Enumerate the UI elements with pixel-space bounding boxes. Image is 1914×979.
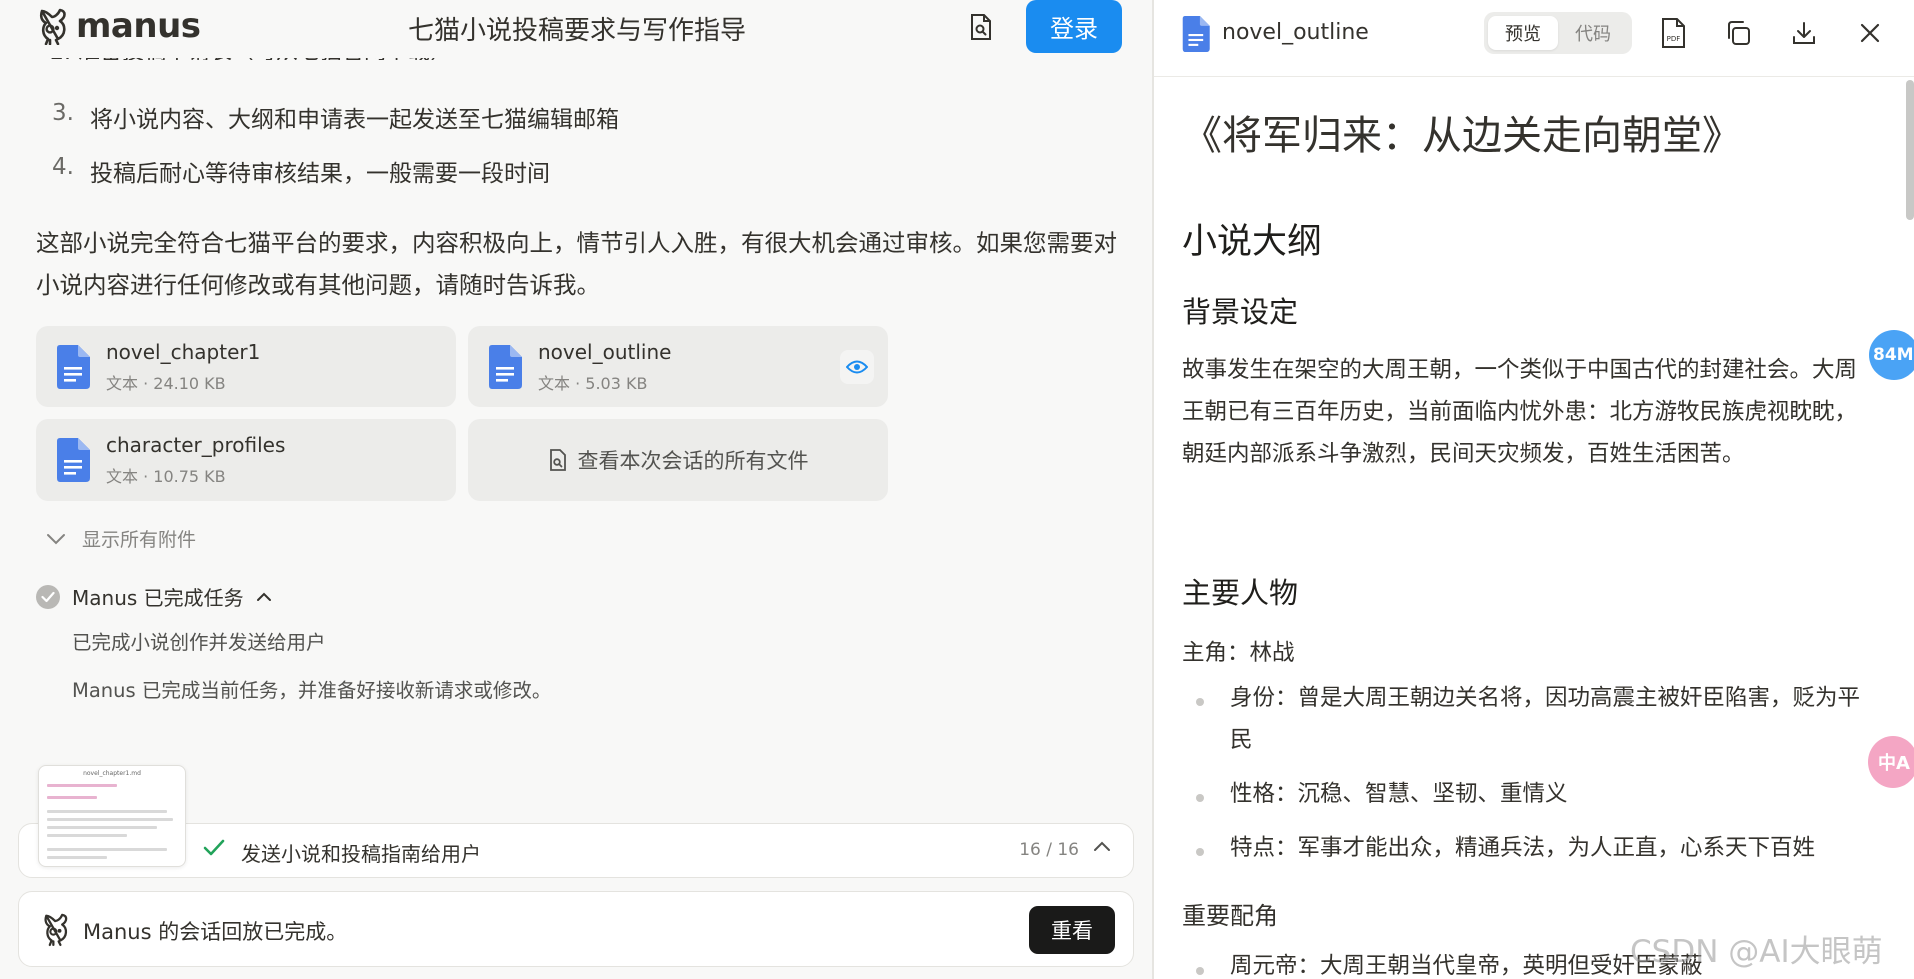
step-counter: 16 / 16 — [1019, 840, 1079, 860]
attachment-card-character-profiles[interactable]: character_profiles 文本 · 10.75 KB — [36, 419, 456, 501]
check-circle-icon — [36, 584, 60, 609]
close-icon — [1860, 23, 1880, 43]
attachment-meta: 文本 · 5.03 KB — [538, 374, 648, 393]
chevron-up-icon — [256, 592, 271, 601]
document-icon — [57, 345, 90, 389]
eye-icon — [846, 360, 868, 374]
manus-logo[interactable]: manus — [36, 2, 201, 50]
section-paragraph: 故事发生在架空的大周王朝，一个类似于中国古代的封建社会。大周王朝已有三百年历史，… — [1182, 357, 1858, 467]
close-viewer-button[interactable] — [1853, 16, 1887, 50]
watermark: CSDN @AI大眼萌 — [1630, 934, 1883, 970]
thumbnail-title: novel_chapter1.md — [83, 770, 141, 777]
summary-paragraph: 这部小说完全符合七猫平台的要求，内容积极向上，情节引人入胜，有很大机会通过审核。… — [36, 229, 1117, 299]
document-icon — [489, 345, 522, 389]
pdf-icon: PDF — [1662, 18, 1685, 48]
list-item: 特点：军事才能出众，精通兵法，为人正直，心系天下百姓 — [1230, 835, 1816, 861]
document-heading: 小说大纲 — [1182, 222, 1323, 262]
bullet-dot — [1196, 794, 1204, 802]
conversation-title: 七猫小说投稿要求与写作指导 — [408, 16, 747, 46]
thumbnail-line — [47, 818, 173, 821]
thumbnail-line — [47, 826, 157, 829]
attachment-card-novel-chapter1[interactable]: novel_chapter1 文本 · 24.10 KB — [36, 326, 456, 407]
login-button[interactable]: 登录 — [1026, 0, 1122, 53]
export-pdf-button[interactable]: PDF — [1656, 16, 1690, 50]
chevron-up-icon[interactable] — [1093, 840, 1111, 852]
preview-eye-button[interactable] — [840, 350, 874, 384]
attachment-card-novel-outline[interactable]: novel_outline 文本 · 5.03 KB — [468, 326, 888, 407]
manus-mascot-icon — [39, 8, 66, 45]
step-number: 3. — [52, 100, 74, 126]
rewatch-button[interactable]: 重看 — [1029, 906, 1115, 954]
computer-preview-thumbnail[interactable]: novel_chapter1.md — [38, 765, 186, 867]
document-icon — [57, 438, 90, 482]
tab-code[interactable]: 代码 — [1558, 16, 1628, 50]
attachment-name: novel_outline — [538, 340, 672, 364]
thumbnail-line — [47, 856, 107, 859]
thumbnail-line — [47, 796, 97, 799]
scrollbar-thumb[interactable] — [1906, 80, 1914, 220]
attachment-name: novel_chapter1 — [106, 340, 261, 364]
file-search-icon — [971, 14, 991, 40]
viewer-header: novel_outline 预览 代码 PDF — [1154, 0, 1914, 77]
current-step-text: 发送小说和投稿指南给用户 — [241, 842, 481, 866]
attachment-meta: 文本 · 24.10 KB — [106, 374, 226, 393]
check-icon — [203, 839, 225, 856]
attachment-name: character_profiles — [106, 433, 286, 457]
document-title: 《将军归来：从边关走向朝堂》 — [1182, 113, 1742, 159]
thumbnail-line — [47, 810, 167, 813]
file-search-icon — [549, 449, 566, 471]
conversation-files-button[interactable] — [964, 10, 998, 44]
view-all-files-button[interactable]: 查看本次会话的所有文件 — [468, 419, 888, 501]
list-item: 身份：曾是大周王朝边关名将，因功高震主被奸臣陷害，贬为平民 — [1230, 685, 1861, 753]
translate-button[interactable]: 中A — [1868, 736, 1914, 788]
step-number: 4. — [52, 154, 74, 180]
file-viewer-pane: novel_outline 预览 代码 PDF 《将军归来：从边关走向朝堂》 小… — [1154, 0, 1914, 979]
download-button[interactable] — [1787, 16, 1821, 50]
replay-message: Manus 的会话回放已完成。 — [83, 920, 348, 944]
attachment-meta: 文本 · 10.75 KB — [106, 467, 226, 486]
section-heading: 背景设定 — [1182, 295, 1299, 329]
protagonist-label: 主角：林战 — [1182, 640, 1295, 666]
replay-complete-bar: Manus 的会话回放已完成。 重看 — [18, 891, 1134, 967]
manus-mascot-icon — [44, 913, 68, 947]
view-all-files-label: 查看本次会话的所有文件 — [577, 449, 809, 473]
list-item: 性格：沉稳、智慧、坚韧、重情义 — [1230, 781, 1568, 807]
bullet-dot — [1196, 967, 1204, 975]
task-status-label: Manus 已完成任务 — [72, 586, 244, 610]
list-item: 3. 将小说内容、大纲和申请表一起发送至七猫编辑邮箱 — [52, 100, 619, 134]
download-icon — [1793, 22, 1815, 44]
tab-preview[interactable]: 预览 — [1488, 16, 1558, 50]
task-status-toggle[interactable]: Manus 已完成任务 — [36, 582, 272, 611]
top-bar: manus 七猫小说投稿要求与写作指导 登录 — [0, 0, 1152, 58]
bullet-dot — [1196, 698, 1204, 706]
thumbnail-line — [47, 784, 117, 787]
bullet-dot — [1196, 848, 1204, 856]
show-all-attachments-label: 显示所有附件 — [82, 529, 197, 551]
section-heading: 主要人物 — [1182, 576, 1299, 610]
copy-button[interactable] — [1721, 16, 1755, 50]
show-all-attachments-toggle[interactable]: 显示所有附件 — [46, 525, 196, 552]
chat-pane: manus 七猫小说投稿要求与写作指导 登录 2. 准备投稿申请表（可从七猫官网… — [0, 0, 1152, 979]
copy-icon — [1728, 21, 1750, 45]
list-item: 4. 投稿后耐心等待审核结果，一般需要一段时间 — [52, 154, 550, 188]
document-icon — [1182, 16, 1210, 52]
brand-name: manus — [76, 6, 201, 46]
step-text: 投稿后耐心等待审核结果，一般需要一段时间 — [89, 161, 550, 187]
task-detail: Manus 已完成当前任务，并准备好接收新请求或修改。 — [72, 679, 552, 702]
memory-badge[interactable]: 84M — [1869, 330, 1914, 380]
chevron-down-icon — [47, 533, 65, 544]
step-text: 将小说内容、大纲和申请表一起发送至七猫编辑邮箱 — [89, 107, 619, 133]
pdf-label: PDF — [1667, 35, 1681, 43]
view-mode-switch: 预览 代码 — [1484, 12, 1632, 54]
thumbnail-line — [47, 848, 167, 851]
thumbnail-line — [47, 834, 127, 837]
viewer-file-name: novel_outline — [1222, 20, 1369, 45]
task-detail: 已完成小说创作并发送给用户 — [72, 631, 326, 654]
